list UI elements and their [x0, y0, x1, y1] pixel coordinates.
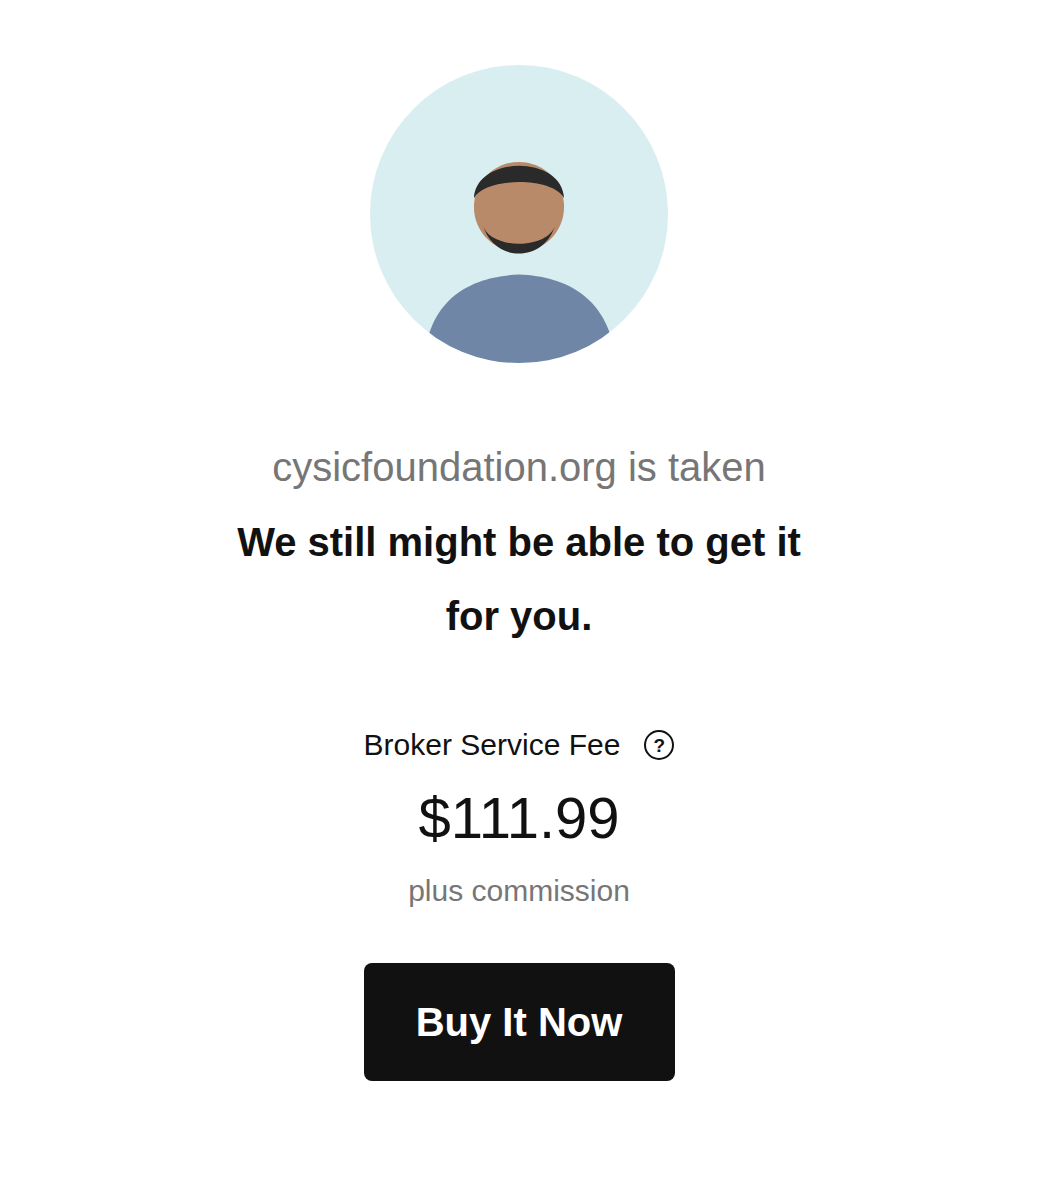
fee-label: Broker Service Fee — [364, 723, 621, 767]
person-icon — [389, 103, 649, 363]
subheadline: We still might be able to get it for you… — [219, 505, 819, 653]
fee-note: plus commission — [408, 871, 630, 911]
broker-photo — [370, 65, 668, 363]
fee-label-row: Broker Service Fee ? — [364, 723, 675, 767]
buy-button[interactable]: Buy It Now — [364, 963, 675, 1081]
domain-status: cysicfoundation.org is taken — [272, 430, 766, 505]
fee-amount: $111.99 — [418, 783, 619, 853]
domain-page: cysicfoundation.org is taken We still mi… — [0, 0, 1038, 1101]
help-icon[interactable]: ? — [644, 730, 674, 760]
